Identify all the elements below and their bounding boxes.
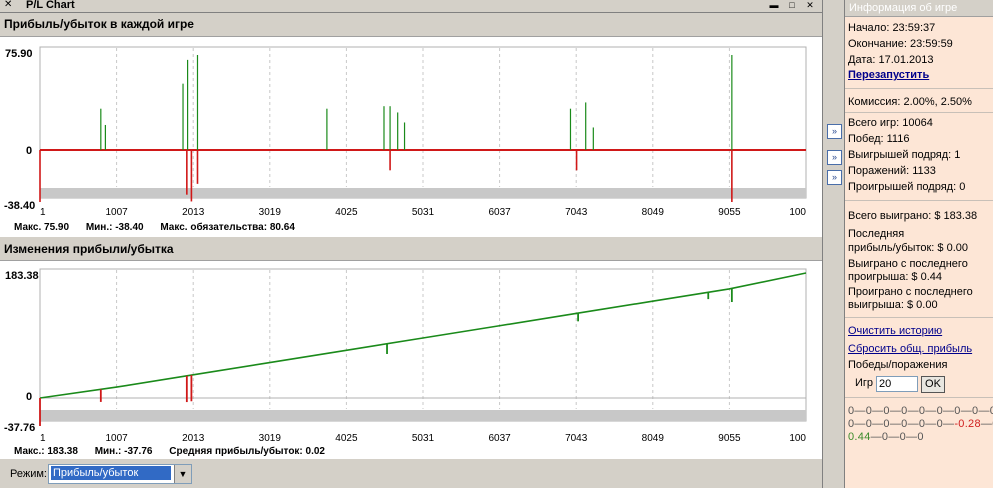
pl-change-chart: 183.38 0 -37.76 1 1007 2013 3019 4025 5031 603… xyxy=(0,260,822,459)
x-tick-label: 8049 xyxy=(642,433,665,444)
mode-select[interactable]: Прибыль/убыток ▼ xyxy=(48,464,192,484)
x-tick-label: 100 xyxy=(789,207,806,218)
x-tick-label: 4025 xyxy=(335,207,358,218)
minimize-button[interactable]: ▬ xyxy=(768,0,780,11)
pl-per-game-chart: 75.90 0 -38.40 1 1007 2013 3019 4025 5031 6037… xyxy=(0,36,822,237)
y-zero-label: 0 xyxy=(26,391,32,403)
reset-profit-link[interactable]: Сбросить общ. прибыль xyxy=(848,343,972,355)
last-pl-line1: Последняя xyxy=(848,228,905,240)
losses: Поражений: 1133 xyxy=(848,165,936,177)
game-info-panel: Информация об игре Начало: 23:59:37 Окон… xyxy=(844,0,993,488)
stat-max: Макс.: 183.38 xyxy=(14,446,78,457)
streak-line-3: 0.44—0—0—0 xyxy=(848,431,924,443)
x-tick-label: 1007 xyxy=(105,207,128,218)
ok-button[interactable]: OK xyxy=(921,376,945,393)
x-tick-label: 5031 xyxy=(412,207,435,218)
y-min-label: -38.40 xyxy=(4,200,35,212)
pl-change-svg: 183.38 0 -37.76 1 1007 2013 3019 4025 5031 603… xyxy=(4,268,807,444)
x-tick-label: 3019 xyxy=(259,207,282,218)
streak-line-1: 0—0—0—0—0—0—0—0—0—0 xyxy=(848,405,993,417)
x-tick-label: 7043 xyxy=(565,207,588,218)
game-date: Дата: 17.01.2013 xyxy=(848,54,934,66)
window-title-bar: ✕ P/L Chart ▬ □ ✕ xyxy=(0,0,822,13)
x-tick-label: 2013 xyxy=(182,433,205,444)
stat-min: Мин.: -37.76 xyxy=(94,446,153,457)
loss-streak: Проигрышей подряд: 0 xyxy=(848,181,966,193)
stat-min: Мин.: -38.40 xyxy=(85,222,144,233)
x-tick-label: 7043 xyxy=(565,433,588,444)
x-tick-label: 2013 xyxy=(182,207,205,218)
won-since-line2: проигрыша: $ 0.44 xyxy=(848,271,943,283)
pin-icon[interactable]: ✕ xyxy=(4,0,12,10)
maximize-button[interactable]: □ xyxy=(786,0,798,11)
x-tick-label: 3019 xyxy=(259,433,282,444)
clear-history-link[interactable]: Очистить историю xyxy=(848,325,942,337)
close-button[interactable]: ✕ xyxy=(804,0,816,11)
x-tick-label: 9055 xyxy=(718,433,741,444)
divider xyxy=(845,112,993,113)
divider xyxy=(845,200,993,201)
divider xyxy=(845,88,993,89)
pl-change-stats: Макс.: 183.38 Мин.: -37.76 Средняя прибы… xyxy=(14,446,339,457)
x-tick-label: 5031 xyxy=(412,433,435,444)
collapse-info-button[interactable]: » xyxy=(827,170,842,185)
winloss-label: Победы/поражения xyxy=(848,359,948,371)
stat-avg: Средняя прибыль/убыток: 0.02 xyxy=(169,446,325,457)
stat-liability: Макс. обязательства: 80.64 xyxy=(160,222,295,233)
mode-label: Режим: xyxy=(10,468,47,480)
total-won: Всего выиграно: $ 183.38 xyxy=(848,210,978,222)
streak-loss-value: -0.28 xyxy=(954,418,981,430)
stat-max: Макс. 75.90 xyxy=(14,222,70,233)
streak-win-value: 0.44 xyxy=(848,431,871,443)
lost-since-line1: Проиграно с последнего xyxy=(848,286,973,298)
x-tick-label: 8049 xyxy=(642,207,665,218)
wins: Побед: 1116 xyxy=(848,133,910,145)
total-games: Всего игр: 10064 xyxy=(848,117,933,129)
x-tick-label: 1 xyxy=(40,433,46,444)
divider xyxy=(845,317,993,318)
x-tick-label: 6037 xyxy=(488,433,511,444)
last-pl-line2: прибыль/убыток: $ 0.00 xyxy=(848,242,969,254)
streak-seg: 0—0—0—0—0—0— xyxy=(848,418,955,430)
y-max-label: 183.38 xyxy=(5,270,39,282)
pl-per-game-title: Прибыль/убыток в каждой игре xyxy=(4,17,194,31)
restart-link[interactable]: Перезапустить xyxy=(848,69,929,81)
divider xyxy=(845,397,993,398)
pl-change-title: Изменения прибыли/убытка xyxy=(4,242,174,256)
x-tick-label: 6037 xyxy=(488,207,511,218)
panel-splitter[interactable]: » » » xyxy=(822,0,845,488)
mode-select-value: Прибыль/убыток xyxy=(51,466,171,480)
collapse-chart1-button[interactable]: » xyxy=(827,124,842,139)
commission: Комиссия: 2.00%, 2.50% xyxy=(848,96,972,108)
x-tick-label: 9055 xyxy=(718,207,741,218)
lost-since-line2: выигрыша: $ 0.00 xyxy=(848,299,938,311)
window-title: P/L Chart xyxy=(26,0,75,11)
games-label: Игр xyxy=(855,377,874,389)
chevron-down-icon[interactable]: ▼ xyxy=(174,465,191,483)
y-max-label: 75.90 xyxy=(5,48,33,60)
games-count-input[interactable]: 20 xyxy=(876,376,918,392)
y-min-label: -37.76 xyxy=(4,422,35,434)
pl-per-game-svg: 75.90 0 -38.40 1 1007 2013 3019 4025 5031 6037… xyxy=(4,46,807,218)
x-tick-label: 1 xyxy=(40,207,46,218)
x-tick-label: 100 xyxy=(789,433,806,444)
x-tick-label: 4025 xyxy=(335,433,358,444)
x-tick-label: 1007 xyxy=(105,433,128,444)
info-header: Информация об игре xyxy=(845,0,993,17)
collapse-chart2-button[interactable]: » xyxy=(827,150,842,165)
won-since-line1: Выиграно с последнего xyxy=(848,258,968,270)
end-time: Окончание: 23:59:59 xyxy=(848,38,953,50)
streak-seg: —0—0—0 xyxy=(870,431,924,443)
pl-per-game-stats: Макс. 75.90 Мин.: -38.40 Макс. обязатель… xyxy=(14,222,309,233)
win-streak: Выигрышей подряд: 1 xyxy=(848,149,961,161)
y-zero-label: 0 xyxy=(26,145,32,157)
start-time: Начало: 23:59:37 xyxy=(848,22,936,34)
streak-line-2: 0—0—0—0—0—0—-0.28—0—0 xyxy=(848,418,993,430)
streak-seg: —0—0 xyxy=(980,418,993,430)
